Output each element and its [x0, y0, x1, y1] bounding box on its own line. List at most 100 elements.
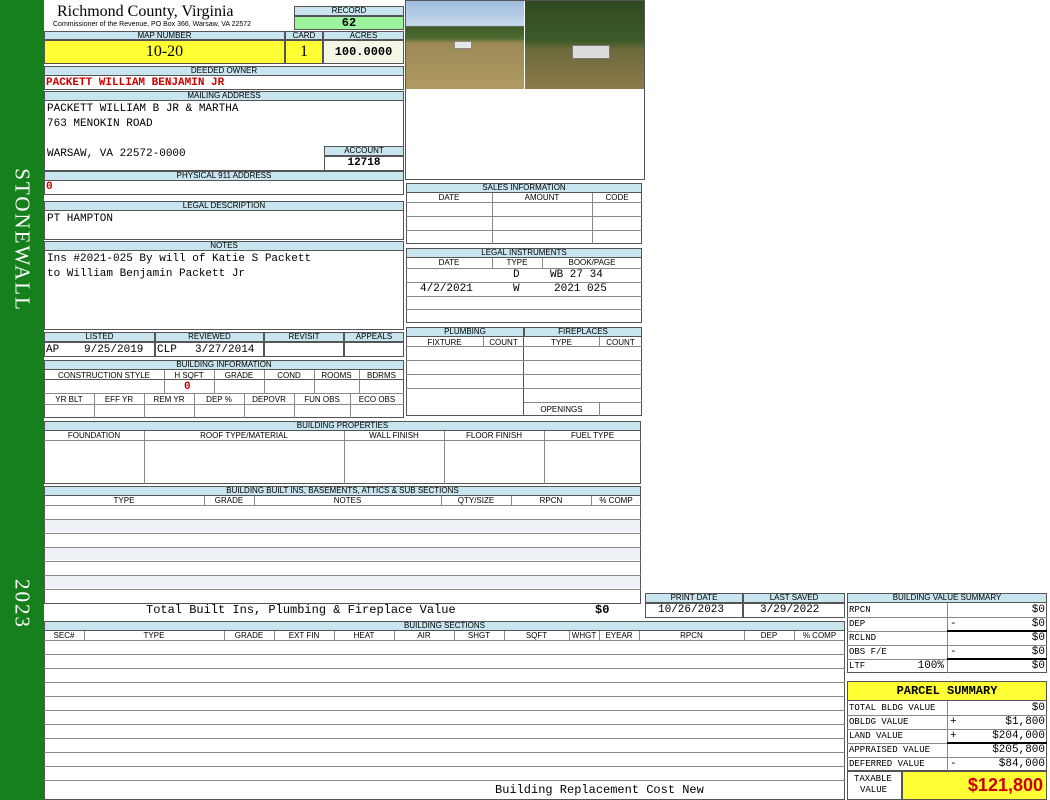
parcel-row-value: $84,000 — [998, 758, 1045, 770]
mailing-address-label: MAILING ADDRESS — [44, 91, 404, 101]
instruments-label: LEGAL INSTRUMENTS — [406, 248, 642, 258]
parcel-summary-title: PARCEL SUMMARY — [847, 681, 1047, 701]
notes-line-1: Ins #2021-025 By will of Katie S Packett — [47, 253, 312, 265]
acres-value: 100.0000 — [323, 40, 404, 64]
instrument-type: D — [513, 269, 520, 281]
col-fun-obs: FUN OBS — [304, 395, 340, 404]
fireplaces-col-type: TYPE — [551, 338, 572, 347]
sales-col-amount: AMOUNT — [524, 193, 560, 202]
building-sections-label: BUILDING SECTIONS — [44, 621, 845, 631]
sales-label: SALES INFORMATION — [406, 183, 642, 193]
notes-label: NOTES — [44, 241, 404, 251]
sections-col-shgt: SHGT — [467, 631, 491, 640]
builtins-col-notes: NOTES — [333, 496, 362, 505]
builtins-total-label: Total Built Ins, Plumbing & Fireplace Va… — [146, 603, 456, 617]
col-roof-type: ROOF TYPE/MATERIAL — [200, 431, 288, 440]
last-saved: 3/29/2022 — [760, 604, 820, 616]
appeals-box — [344, 342, 404, 357]
district-name: STONEWALL — [10, 168, 35, 312]
revisit-box — [264, 342, 344, 357]
mailing-line-1: PACKETT WILLIAM B JR & MARTHA — [47, 103, 239, 115]
mailing-line-3: WARSAW, VA 22572-0000 — [47, 148, 186, 160]
taxable-label-1: TAXABLE — [854, 774, 892, 784]
value-summary-label: BUILDING VALUE SUMMARY — [847, 593, 1047, 603]
reviewed-label: REVIEWED — [155, 332, 264, 342]
account-number: 12718 — [324, 156, 404, 171]
listed-label: LISTED — [44, 332, 155, 342]
sections-col-heat: HEAT — [353, 631, 375, 640]
col-dep-pct: DEP % — [206, 395, 232, 404]
sections-col-air: AIR — [417, 631, 431, 640]
parcel-row-value: $205,800 — [992, 744, 1045, 756]
county-title: Richmond County, Virginia — [57, 3, 234, 20]
plumbing-col-count: COUNT — [489, 338, 518, 347]
sections-col-dep: DEP — [760, 631, 778, 640]
building-sections-table — [44, 631, 845, 800]
print-date: 10/26/2023 — [658, 604, 725, 616]
card-label: CARD — [285, 31, 323, 40]
value-row-name: RCLND — [849, 633, 877, 643]
parcel-row-value: $0 — [1031, 702, 1045, 714]
value-row-value: $0 — [1031, 660, 1045, 672]
listed-date: 9/25/2019 — [84, 344, 144, 356]
record-label: RECORD — [294, 6, 404, 16]
parcel-row-name: TOTAL BLDG VALUE — [849, 703, 936, 713]
sections-col-grade: GRADE — [234, 631, 264, 640]
map-number-label: MAP NUMBER — [44, 31, 285, 40]
col-eco-obs: ECO OBS — [358, 395, 396, 404]
parcel-row-name: DEFERRED VALUE — [849, 759, 925, 769]
account-label: ACCOUNT — [324, 146, 404, 156]
sections-col-ext-fin: EXT FIN — [288, 631, 320, 640]
card-number: 1 — [285, 40, 323, 64]
replacement-cost-label: Building Replacement Cost New — [495, 783, 704, 797]
physical-address: 0 — [46, 181, 53, 193]
sales-col-date: DATE — [438, 193, 460, 202]
value-row-value: $0 — [1031, 604, 1045, 616]
builtins-col-type: TYPE — [113, 496, 135, 505]
col-rooms: ROOMS — [321, 371, 352, 380]
value-row-value: $0 — [1031, 618, 1045, 630]
col-floor-finish: FLOOR FINISH — [465, 431, 522, 440]
acres-label: ACRES — [323, 31, 404, 40]
map-number: 10-20 — [44, 40, 285, 64]
col-depovr: DEPOVR — [252, 395, 286, 404]
instrument-book: WB 27 34 — [550, 269, 603, 281]
col-h-sqft: H SQFT — [174, 371, 204, 380]
mailing-line-2: 763 MENOKIN ROAD — [47, 118, 153, 130]
value-row-name: OBS F/E — [849, 647, 887, 657]
physical-address-box: 0 — [44, 181, 404, 195]
building-properties-label: BUILDING PROPERTIES — [44, 421, 641, 431]
record-number: 62 — [294, 16, 404, 30]
col-yr-blt: YR BLT — [55, 395, 83, 404]
listed-by: AP — [46, 344, 60, 356]
builtins-col-rpcn: RPCN — [539, 496, 563, 505]
sections-col-rpcn: RPCN — [680, 631, 703, 640]
photo-right — [525, 1, 644, 89]
instruments-col-date: DATE — [438, 258, 460, 267]
ltf-percent: 100% — [917, 660, 944, 672]
col-bdrms: BDRMS — [367, 371, 396, 380]
instrument-date: 4/2/2021 — [420, 283, 473, 295]
parcel-row-name: APPRAISED VALUE — [849, 745, 931, 755]
sections-col-whgt: WHGT — [571, 631, 597, 640]
legal-description: PT HAMPTON — [47, 213, 114, 225]
col-construction-style: CONSTRUCTION STYLE — [57, 371, 150, 380]
col-grade: GRADE — [224, 371, 254, 380]
sections-col-eyear: EYEAR — [605, 631, 633, 640]
taxable-label-2: VALUE — [860, 785, 888, 795]
deeded-owner-box: PACKETT WILLIAM BENJAMIN JR — [44, 76, 404, 90]
building-info-label: BUILDING INFORMATION — [44, 360, 404, 370]
builtins-col-grade: GRADE — [214, 496, 244, 505]
physical-address-label: PHYSICAL 911 ADDRESS — [44, 171, 404, 181]
parcel-row-value: $1,800 — [1005, 716, 1045, 728]
instruments-col-type: TYPE — [506, 258, 528, 267]
parcel-row-value: $204,000 — [992, 730, 1045, 742]
commissioner-line: Commissioner of the Revenue, PO Box 366,… — [53, 21, 252, 28]
last-saved-label: LAST SAVED — [743, 593, 845, 603]
sections-col-sec: SEC# — [53, 631, 75, 640]
sections-col-comp: % COMP — [802, 631, 837, 640]
value-row-name: LTF — [849, 661, 866, 671]
value-row-name: RPCN — [849, 605, 871, 615]
openings-label: OPENINGS — [540, 405, 583, 414]
taxable-value: $121,800 — [902, 771, 1047, 800]
